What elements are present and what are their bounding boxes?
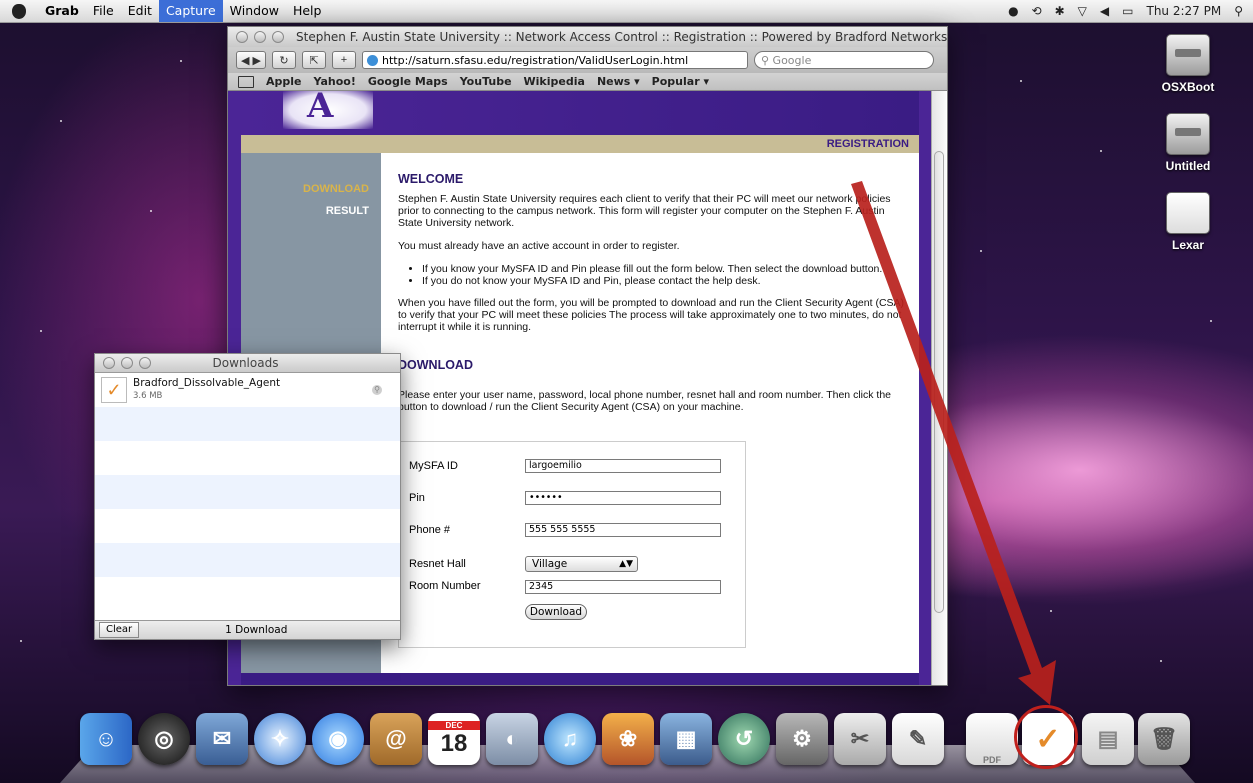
itunes-icon[interactable]: ♫ [544,713,596,765]
mail-icon[interactable]: ✉ [196,713,248,765]
calendar-month: DEC [428,720,480,730]
textedit-icon[interactable]: ✎ [892,713,944,765]
pdf-label: PDF [983,755,1001,765]
spaces-icon[interactable]: ▦ [660,713,712,765]
dashboard-icon[interactable]: ◎ [138,713,190,765]
red-circle-annotation [1014,705,1078,769]
red-arrow-annotation [851,181,1056,705]
time-machine-icon[interactable]: ↺ [718,713,770,765]
document-stack-icon[interactable]: ▤ [1082,713,1134,765]
preview-icon[interactable]: ◐ [486,713,538,765]
address-book-icon[interactable]: @ [370,713,422,765]
ichat-icon[interactable]: ◉ [312,713,364,765]
calendar-day: 18 [440,729,468,757]
ical-icon[interactable]: DEC 18 [428,713,480,765]
safari-icon[interactable]: ✧ [254,713,306,765]
iphoto-icon[interactable]: ❀ [602,713,654,765]
red-arrow-shape [851,181,1056,705]
system-preferences-icon[interactable]: ⚙ [776,713,828,765]
finder-icon[interactable]: ☺ [80,713,132,765]
pdf-document-icon[interactable]: PDF [966,713,1018,765]
trash-icon[interactable]: 🗑 [1138,713,1190,765]
grab-icon[interactable]: ✂ [834,713,886,765]
